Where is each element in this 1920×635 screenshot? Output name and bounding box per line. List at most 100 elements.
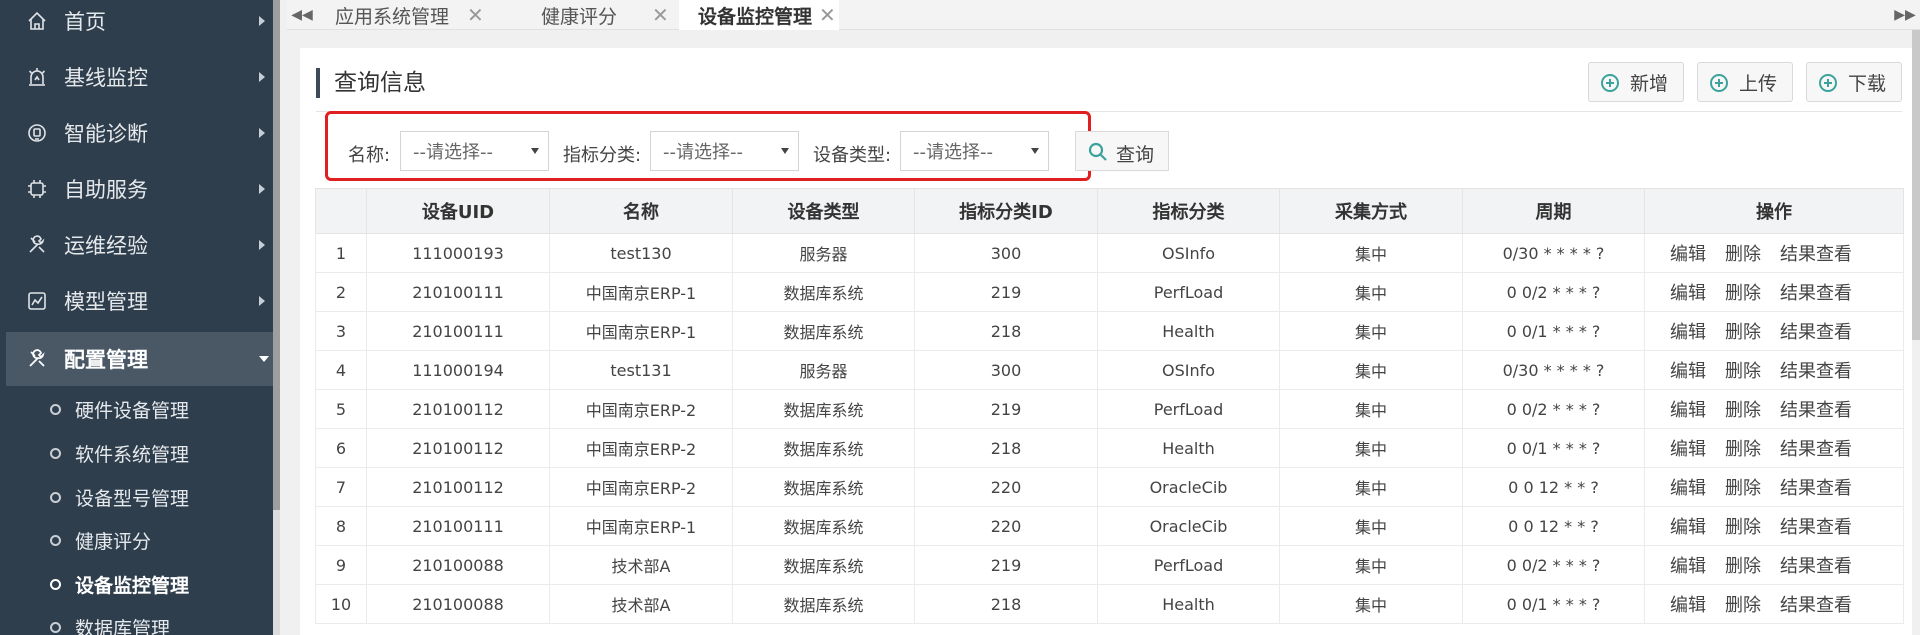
cell-actions: 编辑 删除 结果查看 <box>1644 506 1904 546</box>
delete-link[interactable]: 删除 <box>1725 361 1761 382</box>
add-circle-icon <box>1601 74 1619 92</box>
name-select[interactable]: --请选择-- <box>400 131 549 171</box>
delete-link[interactable]: 删除 <box>1725 556 1761 577</box>
sidebar-item-baseline-monitor[interactable]: 基线监控 <box>0 49 273 105</box>
cell-actions: 编辑 删除 结果查看 <box>1644 428 1904 468</box>
delete-link[interactable]: 删除 <box>1725 244 1761 265</box>
close-icon[interactable]: ✕ <box>819 3 836 27</box>
header-collect-mode[interactable]: 采集方式 <box>1279 188 1463 234</box>
table-row[interactable]: 2 210100111 中国南京ERP-1 数据库系统 219 PerfLoad 集中 0 0… <box>315 272 1904 312</box>
close-icon[interactable]: ✕ <box>467 3 484 27</box>
cell-category-id: 220 <box>914 467 1098 507</box>
edit-link[interactable]: 编辑 <box>1670 556 1706 577</box>
view-result-link[interactable]: 结果查看 <box>1780 439 1852 460</box>
config-tools-icon <box>26 348 48 370</box>
upload-button[interactable]: 上传 <box>1697 62 1793 102</box>
cell-index: 4 <box>315 350 367 390</box>
header-category[interactable]: 指标分类 <box>1097 188 1280 234</box>
view-result-link[interactable]: 结果查看 <box>1780 400 1852 421</box>
tabs-scroll-left-icon[interactable]: ◀◀ <box>287 0 317 30</box>
view-result-link[interactable]: 结果查看 <box>1780 478 1852 499</box>
query-button-label: 查询 <box>1116 144 1155 166</box>
sidebar-subitem-hardware[interactable]: 硬件设备管理 <box>0 387 273 431</box>
cell-actions: 编辑 删除 结果查看 <box>1644 467 1904 507</box>
edit-link[interactable]: 编辑 <box>1670 439 1706 460</box>
view-result-link[interactable]: 结果查看 <box>1780 556 1852 577</box>
delete-link[interactable]: 删除 <box>1725 439 1761 460</box>
cell-category: OracleCib <box>1097 467 1280 507</box>
edit-link[interactable]: 编辑 <box>1670 283 1706 304</box>
cell-actions: 编辑 删除 结果查看 <box>1644 545 1904 585</box>
tab-label: 应用系统管理 <box>335 5 450 28</box>
main-scrollbar[interactable] <box>1912 30 1920 635</box>
sidebar-scrollbar[interactable] <box>273 0 280 635</box>
category-select[interactable]: --请选择-- <box>650 131 799 171</box>
header-category-id[interactable]: 指标分类ID <box>914 188 1098 234</box>
view-result-link[interactable]: 结果查看 <box>1780 283 1852 304</box>
header-name[interactable]: 名称 <box>549 188 733 234</box>
edit-link[interactable]: 编辑 <box>1670 244 1706 265</box>
tab-label: 健康评分 <box>541 5 618 28</box>
table-row[interactable]: 7 210100112 中国南京ERP-2 数据库系统 220 OracleCib 集中 0 … <box>315 467 1904 507</box>
page-title: 查询信息 <box>316 68 426 98</box>
table-row[interactable]: 8 210100111 中国南京ERP-1 数据库系统 220 OracleCib 集中 0 … <box>315 506 1904 546</box>
view-result-link[interactable]: 结果查看 <box>1780 517 1852 538</box>
close-icon[interactable]: ✕ <box>652 3 669 27</box>
table-row[interactable]: 1 111000193 test130 服务器 300 OSInfo 集中 0/30 * * … <box>315 233 1904 273</box>
sidebar-item-config-management[interactable]: 配置管理 <box>6 332 279 386</box>
view-result-link[interactable]: 结果查看 <box>1780 595 1852 616</box>
delete-link[interactable]: 删除 <box>1725 595 1761 616</box>
edit-link[interactable]: 编辑 <box>1670 400 1706 421</box>
tabs-scroll-right-icon[interactable]: ▶▶ <box>1890 0 1920 30</box>
sidebar-subitem-device-monitor[interactable]: 设备监控管理 <box>0 562 273 606</box>
cell-device-type: 服务器 <box>732 350 915 390</box>
sidebar-subitem-health-score[interactable]: 健康评分 <box>0 518 273 562</box>
sidebar-item-home[interactable]: 首页 <box>0 0 273 49</box>
cell-category-id: 218 <box>914 311 1098 351</box>
sidebar-item-ops-experience[interactable]: 运维经验 <box>0 217 273 273</box>
cell-category: PerfLoad <box>1097 545 1280 585</box>
edit-link[interactable]: 编辑 <box>1670 517 1706 538</box>
sidebar-subitem-software[interactable]: 软件系统管理 <box>0 431 273 475</box>
delete-link[interactable]: 删除 <box>1725 517 1761 538</box>
view-result-link[interactable]: 结果查看 <box>1780 361 1852 382</box>
header-device-type[interactable]: 设备类型 <box>732 188 915 234</box>
table-row[interactable]: 9 210100088 技术部A 数据库系统 219 PerfLoad 集中 0 0/2 * … <box>315 545 1904 585</box>
edit-link[interactable]: 编辑 <box>1670 361 1706 382</box>
main-scrollbar-thumb[interactable] <box>1912 30 1920 340</box>
download-button[interactable]: 下载 <box>1806 62 1902 102</box>
add-button[interactable]: 新增 <box>1588 62 1684 102</box>
sidebar-scrollbar-thumb[interactable] <box>273 0 280 510</box>
table-row[interactable]: 3 210100111 中国南京ERP-1 数据库系统 218 Health 集中 0 0/1… <box>315 311 1904 351</box>
tools-icon <box>26 234 48 256</box>
cell-actions: 编辑 删除 结果查看 <box>1644 233 1904 273</box>
sidebar-subitem-device-model[interactable]: 设备型号管理 <box>0 475 273 519</box>
view-result-link[interactable]: 结果查看 <box>1780 322 1852 343</box>
table-row[interactable]: 6 210100112 中国南京ERP-2 数据库系统 218 Health 集中 0 0/1… <box>315 428 1904 468</box>
header-device-uid[interactable]: 设备UID <box>366 188 550 234</box>
edit-link[interactable]: 编辑 <box>1670 595 1706 616</box>
sidebar-item-self-service[interactable]: 自助服务 <box>0 161 273 217</box>
tab-app-system[interactable]: 应用系统管理 ✕ <box>327 0 497 30</box>
tab-health-score[interactable]: 健康评分 ✕ <box>509 0 679 30</box>
monitor-alarm-icon <box>26 66 48 88</box>
device-type-select[interactable]: --请选择-- <box>900 131 1049 171</box>
bullet-icon <box>50 447 61 459</box>
query-button[interactable]: 查询 <box>1075 131 1169 171</box>
table-row[interactable]: 5 210100112 中国南京ERP-2 数据库系统 219 PerfLoad 集中 0 0… <box>315 389 1904 429</box>
header-cycle[interactable]: 周期 <box>1462 188 1645 234</box>
sidebar-subitem-database[interactable]: 数据库管理 <box>0 605 273 635</box>
view-result-link[interactable]: 结果查看 <box>1780 244 1852 265</box>
tab-device-monitor[interactable]: 设备监控管理 ✕ <box>679 0 839 30</box>
sidebar-item-diagnosis[interactable]: 智能诊断 <box>0 105 273 161</box>
edit-link[interactable]: 编辑 <box>1670 322 1706 343</box>
sidebar-item-label: 智能诊断 <box>64 122 148 146</box>
table-row[interactable]: 10 210100088 技术部A 数据库系统 218 Health 集中 0 0/1 * *… <box>315 584 1904 624</box>
table-row[interactable]: 4 111000194 test131 服务器 300 OSInfo 集中 0/30 * * … <box>315 350 1904 390</box>
delete-link[interactable]: 删除 <box>1725 400 1761 421</box>
delete-link[interactable]: 删除 <box>1725 322 1761 343</box>
delete-link[interactable]: 删除 <box>1725 283 1761 304</box>
sidebar-item-model-management[interactable]: 模型管理 <box>0 273 273 329</box>
delete-link[interactable]: 删除 <box>1725 478 1761 499</box>
edit-link[interactable]: 编辑 <box>1670 478 1706 499</box>
